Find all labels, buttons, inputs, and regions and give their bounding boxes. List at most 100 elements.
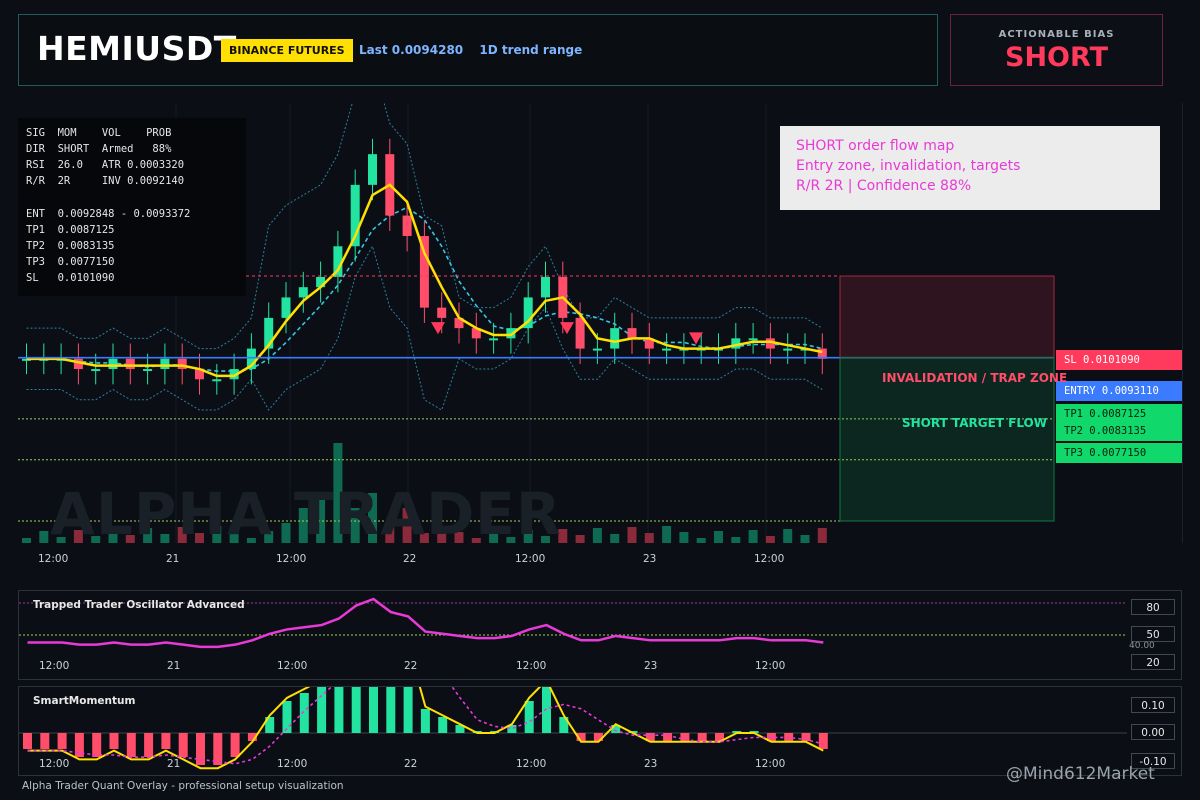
mom-time-label: 23 (644, 758, 658, 770)
invalidation-zone-label: INVALIDATION / TRAP ZONE (882, 371, 1068, 385)
last-price-text: Last 0.0094280 1D trend range (359, 43, 582, 57)
volume-bar (783, 529, 793, 543)
candle-body (437, 307, 447, 318)
candle-body (108, 358, 118, 370)
osc-extra-tick: 40.00 (1129, 641, 1155, 651)
osc-scale-80: 80 (1131, 599, 1175, 615)
momentum-bar (161, 733, 171, 749)
candle-body (368, 154, 377, 185)
volume-bar (679, 532, 689, 543)
time-axis-label: 12:00 (515, 553, 546, 565)
info-box: SHORT order flow map Entry zone, invalid… (780, 126, 1160, 210)
momentum-bar (57, 733, 67, 749)
candle-body (662, 348, 672, 351)
volume-bar (731, 537, 741, 543)
signal-row: DIR SHORT Armed 88% (26, 143, 172, 155)
mom-scale-zero: 0.00 (1131, 724, 1175, 740)
momentum-bar (230, 733, 240, 757)
entry-price-tag: ENTRY 0.0093110 (1056, 381, 1182, 401)
momentum-bar (213, 733, 223, 765)
candle-body (783, 348, 793, 351)
time-axis-label: 12:00 (38, 553, 69, 565)
volume-bar (644, 533, 654, 543)
momentum-bar (697, 733, 707, 741)
momentum-panel[interactable]: SmartMomentum 0.10 0.00 -0.10 12:00 21 1… (18, 686, 1182, 776)
candle-body (748, 338, 758, 341)
volume-bar (627, 527, 637, 543)
candle-body (402, 215, 412, 237)
volume-bar (748, 530, 758, 543)
momentum-bar (178, 733, 188, 757)
signal-row: SL 0.0101090 (26, 272, 115, 284)
info-line-2: Entry zone, invalidation, targets (796, 158, 1021, 174)
time-axis-label: 12:00 (754, 553, 785, 565)
signal-row: RSI 26.0 ATR 0.0003320 (26, 159, 185, 171)
footer-caption: Alpha Trader Quant Overlay - professiona… (22, 780, 344, 792)
candle-body (91, 369, 101, 372)
signal-table: SIG MOM VOL PROB DIR SHORT Armed 88% RSI… (18, 118, 246, 296)
mom-time-label: 12:00 (516, 758, 547, 770)
time-axis-label: 12:00 (276, 553, 307, 565)
oscillator-title: Trapped Trader Oscillator Advanced (33, 599, 245, 611)
momentum-title: SmartMomentum (33, 695, 136, 707)
momentum-bar (386, 687, 396, 733)
info-line-1: SHORT order flow map (796, 138, 955, 154)
osc-time-label: 12:00 (755, 660, 786, 672)
mom-time-label: 12:00 (277, 758, 308, 770)
volume-bar (662, 526, 672, 543)
candle-body (575, 317, 585, 349)
momentum-bar (542, 687, 551, 733)
time-axis-label: 23 (643, 553, 657, 565)
exchange-badge: BINANCE FUTURES (221, 39, 353, 62)
momentum-bar (334, 687, 344, 733)
momentum-bar (369, 687, 378, 733)
volume-bar (714, 531, 723, 543)
volume-bar (39, 531, 49, 543)
candle-body (281, 297, 291, 318)
candle-body (610, 328, 620, 349)
osc-time-label: 23 (644, 660, 658, 672)
bias-value: SHORT (1005, 42, 1108, 73)
momentum-bar (420, 709, 430, 733)
signal-row: R/R 2R INV 0.0092140 (26, 175, 185, 187)
candle-body (592, 348, 602, 351)
momentum-bar (282, 701, 292, 733)
mom-time-label: 21 (167, 758, 181, 770)
candle-body (160, 358, 170, 370)
candle-body (627, 328, 637, 339)
signal-row: TP3 0.0077150 (26, 256, 115, 268)
time-axis-label: 22 (403, 553, 417, 565)
author-credit: @Mind612Market (1006, 764, 1155, 784)
info-line-3: R/R 2R | Confidence 88% (796, 178, 972, 194)
momentum-bar (126, 733, 136, 757)
momentum-bar (663, 733, 673, 741)
volume-bar (22, 538, 31, 543)
momentum-bar (144, 733, 154, 757)
momentum-bar (351, 687, 361, 733)
osc-time-label: 21 (167, 660, 181, 672)
signal-row: TP1 0.0087125 (26, 224, 115, 236)
mom-time-label: 12:00 (755, 758, 786, 770)
osc-time-label: 12:00 (39, 660, 70, 672)
momentum-bar (109, 733, 119, 749)
watermark-text: ALPHA TRADER (50, 480, 562, 548)
range-label: 1D trend range (479, 43, 583, 57)
momentum-bar (317, 687, 327, 733)
momentum-bar (40, 733, 50, 749)
candle-body (212, 379, 222, 382)
tp2-price-tag: TP2 0.0083135 (1056, 421, 1182, 441)
volume-bar (817, 528, 827, 543)
oscillator-panel[interactable]: Trapped Trader Oscillator Advanced 80 50… (18, 590, 1182, 680)
candle-body (489, 338, 499, 341)
bias-panel: ACTIONABLE BIAS SHORT (950, 14, 1163, 86)
sell-signal-marker (560, 322, 574, 335)
sl-price-tag: SL 0.0101090 (1056, 350, 1182, 370)
mom-time-label: 22 (404, 758, 418, 770)
osc-time-label: 22 (404, 660, 418, 672)
bias-label: ACTIONABLE BIAS (998, 29, 1115, 40)
signal-row: SIG MOM VOL PROB (26, 127, 172, 139)
momentum-bar (23, 733, 32, 749)
time-axis-label: 21 (166, 553, 180, 565)
signal-row: ENT 0.0092848 - 0.0093372 (26, 208, 191, 220)
candle-body (298, 287, 308, 298)
